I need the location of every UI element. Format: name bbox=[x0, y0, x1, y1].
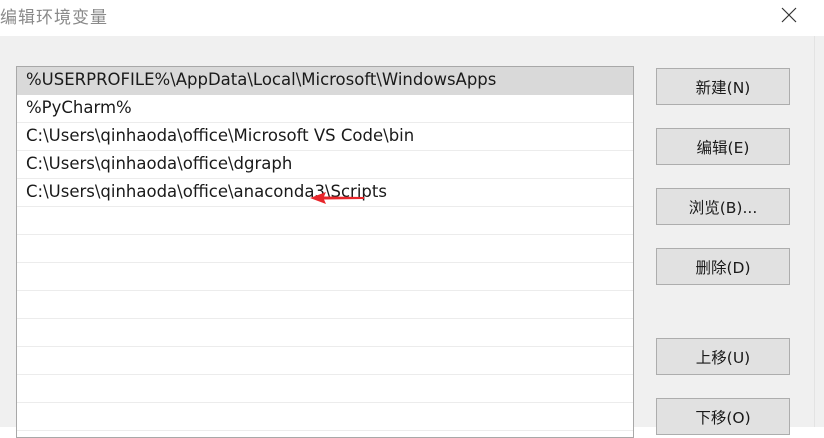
list-item[interactable]: C:\Users\qinhaoda\office\Microsoft VS Co… bbox=[17, 123, 633, 151]
browse-button[interactable]: 浏览(B)... bbox=[656, 188, 790, 225]
list-item-label: C:\Users\qinhaoda\office\dgraph bbox=[26, 154, 293, 173]
close-icon bbox=[781, 7, 797, 23]
list-item[interactable]: %PyCharm% bbox=[17, 95, 633, 123]
list-item[interactable]: %USERPROFILE%\AppData\Local\Microsoft\Wi… bbox=[17, 67, 633, 95]
new-button[interactable]: 新建(N) bbox=[656, 68, 790, 105]
empty-list-row[interactable] bbox=[17, 347, 633, 375]
move-up-button[interactable]: 上移(U) bbox=[656, 338, 790, 375]
edit-button[interactable]: 编辑(E) bbox=[656, 128, 790, 165]
empty-list-row[interactable] bbox=[17, 235, 633, 263]
window-edge bbox=[814, 36, 824, 427]
title-bar: 编辑环境变量 bbox=[0, 0, 824, 36]
list-item[interactable]: C:\Users\qinhaoda\office\dgraph bbox=[17, 151, 633, 179]
list-item-label: %USERPROFILE%\AppData\Local\Microsoft\Wi… bbox=[26, 70, 497, 89]
empty-list-row[interactable] bbox=[17, 263, 633, 291]
red-arrow-icon bbox=[310, 190, 366, 209]
dialog-body: %USERPROFILE%\AppData\Local\Microsoft\Wi… bbox=[0, 36, 824, 438]
move-down-button[interactable]: 下移(O) bbox=[656, 398, 790, 435]
empty-list-row[interactable] bbox=[17, 319, 633, 347]
delete-button[interactable]: 删除(D) bbox=[656, 248, 790, 285]
empty-list-row[interactable] bbox=[17, 291, 633, 319]
window-title: 编辑环境变量 bbox=[0, 8, 108, 28]
close-button[interactable] bbox=[774, 2, 804, 28]
path-list[interactable]: %USERPROFILE%\AppData\Local\Microsoft\Wi… bbox=[16, 66, 634, 438]
empty-list-row[interactable] bbox=[17, 375, 633, 403]
list-item-label: C:\Users\qinhaoda\office\Microsoft VS Co… bbox=[26, 126, 415, 145]
list-item-label: %PyCharm% bbox=[26, 98, 132, 117]
empty-list-row[interactable] bbox=[17, 207, 633, 235]
